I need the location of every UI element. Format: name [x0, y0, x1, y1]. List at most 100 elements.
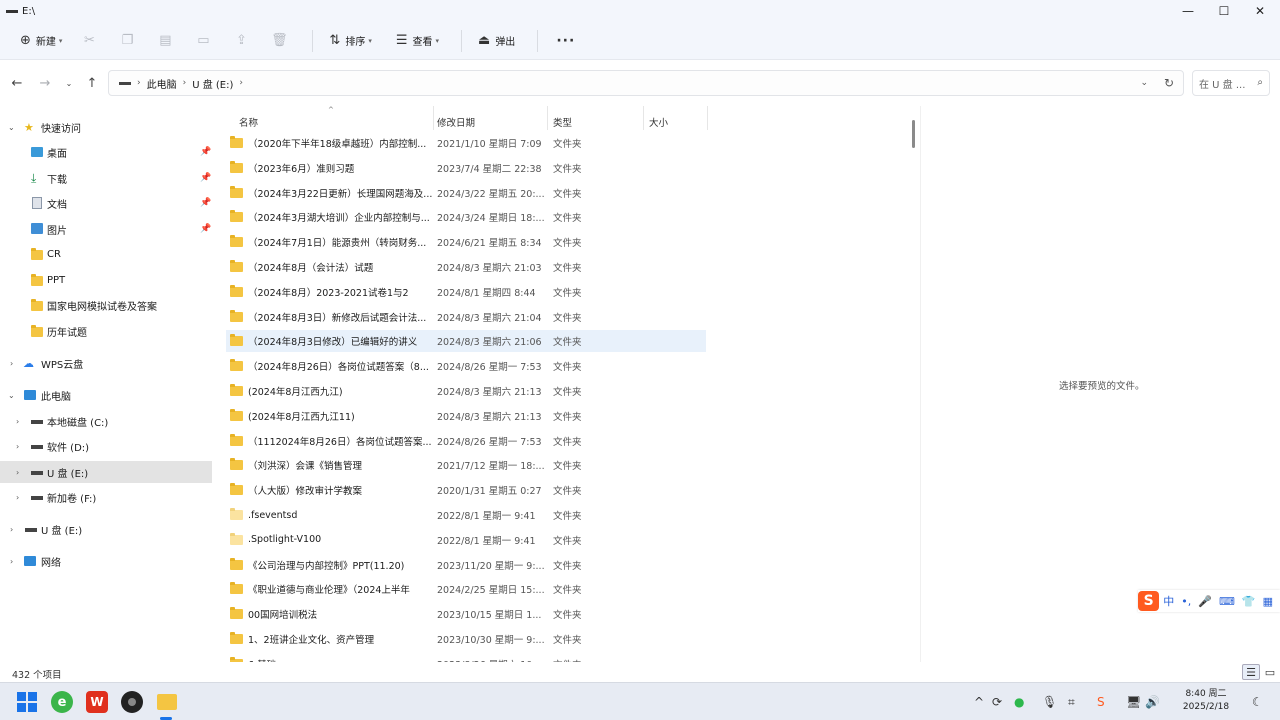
- search-input[interactable]: 在 U 盘 ... ⌕: [1192, 70, 1270, 96]
- window-title: E:\: [22, 5, 36, 17]
- microphone-icon[interactable]: 🎙: [1042, 695, 1057, 709]
- view-button[interactable]: ☰ 查看 ▾: [390, 27, 445, 55]
- wechat-icon[interactable]: ●: [1014, 695, 1024, 709]
- table-row[interactable]: （2020年下半年18级卓越班）内部控制... 2021/1/10 星期日 7:0…: [226, 132, 706, 154]
- column-divider[interactable]: [433, 106, 434, 130]
- table-row[interactable]: 6 基础2023/8/26 星期六 10:...文件夹: [226, 653, 706, 662]
- breadcrumb-usb-drive[interactable]: U 盘 (E:): [192, 76, 233, 91]
- recent-locations-button[interactable]: ⌄: [59, 74, 79, 92]
- sidebar-item-cr[interactable]: CR: [0, 243, 212, 265]
- sidebar-item-state-grid-papers[interactable]: 国家电网模拟试卷及答案: [0, 294, 212, 316]
- table-row[interactable]: （2024年8月3日）新修改后试题会计法... 2024/8/3 星期六 21:0…: [226, 306, 706, 328]
- table-row[interactable]: 《职业道德与商业伦理》（2024上半年 2024/2/25 星期日 15:... 文…: [226, 578, 706, 600]
- thumbnail-view-button[interactable]: ▭: [1261, 664, 1279, 680]
- sogou-tray-icon[interactable]: S: [1097, 695, 1105, 709]
- file-date: 2024/8/1 星期四 8:44: [437, 287, 536, 299]
- details-view-button[interactable]: ☰: [1242, 664, 1260, 680]
- forward-button[interactable]: →: [35, 74, 55, 92]
- edge-browser-icon[interactable]: e: [51, 691, 73, 713]
- table-row[interactable]: （2024年8月3日修改）已编辑好的讲义 2024/8/3 星期六 21:06 文件…: [226, 330, 706, 353]
- table-row[interactable]: （2023年6月）准则习题 2023/7/4 星期二 22:38 文件夹: [226, 157, 706, 179]
- column-divider[interactable]: [643, 106, 644, 130]
- vertical-scrollbar[interactable]: [906, 106, 920, 662]
- sidebar-item-network[interactable]: › 网络: [0, 550, 212, 572]
- table-row[interactable]: （2024年3月湖大培训）企业内部控制与... 2024/3/24 星期日 18:…: [226, 206, 706, 228]
- close-button[interactable]: ✕: [1242, 0, 1278, 22]
- scrollbar-thumb[interactable]: [912, 120, 915, 148]
- start-button[interactable]: [16, 691, 38, 713]
- ime-menu-icon[interactable]: ▦: [1263, 595, 1273, 608]
- breadcrumb-this-pc[interactable]: 此电脑: [147, 76, 177, 91]
- table-row[interactable]: 1、2班讲企业文化、资产管理 2023/10/30 星期一 9:... 文件夹: [226, 628, 706, 650]
- copy-button[interactable]: ❐: [112, 27, 142, 55]
- sidebar-item-desktop[interactable]: 桌面 📌: [0, 141, 212, 163]
- refresh-button[interactable]: ↻: [1164, 76, 1174, 90]
- ime-punctuation[interactable]: •,: [1181, 595, 1191, 608]
- table-row[interactable]: （刘洪深）会课《销售管理 2021/7/12 星期一 18:... 文件夹: [226, 454, 706, 476]
- ime-chinese-mode[interactable]: 中: [1163, 593, 1174, 609]
- folder-icon: [230, 433, 243, 446]
- sidebar-item-quick-access[interactable]: ⌄ ★ 快速访问: [0, 116, 212, 138]
- sidebar-item-this-pc[interactable]: ⌄ 此电脑: [0, 384, 212, 406]
- column-header-size[interactable]: 大小: [649, 112, 668, 132]
- table-row[interactable]: （2024年8月26日）各岗位试题答案（8... 2024/8/26 星期一 7:…: [226, 355, 706, 377]
- column-header-name[interactable]: 名称: [239, 112, 258, 132]
- column-header-date[interactable]: 修改日期: [437, 112, 475, 132]
- table-row[interactable]: （2024年8月（会计法）试题 2024/8/3 星期六 21:03 文件夹: [226, 256, 706, 278]
- table-row[interactable]: （2024年8月）2023-2021试卷1与2 2024/8/1 星期四 8:44…: [226, 281, 706, 303]
- new-button[interactable]: ⊕ 新建 ▾: [14, 27, 68, 55]
- up-button[interactable]: ↑: [82, 74, 102, 92]
- minimize-button[interactable]: —: [1170, 0, 1206, 22]
- maximize-button[interactable]: ☐: [1206, 0, 1242, 22]
- wps-office-icon[interactable]: W: [86, 691, 108, 713]
- table-row[interactable]: 《公司治理与内部控制》PPT(11.20) 2023/11/20 星期一 9:..…: [226, 554, 706, 576]
- notifications-icon[interactable]: ☾: [1252, 695, 1263, 709]
- table-row[interactable]: 00国网培训税法 2023/10/15 星期日 1... 文件夹: [226, 603, 706, 625]
- sync-icon[interactable]: ⟳: [992, 695, 1002, 709]
- ime-voice-icon[interactable]: 🎤: [1198, 595, 1212, 608]
- back-button[interactable]: ←: [7, 74, 27, 92]
- sidebar-item-usb-drive[interactable]: › U 盘 (E:): [0, 518, 212, 540]
- paste-button[interactable]: ▤: [150, 27, 180, 55]
- network-status-icon[interactable]: 🖥: [1126, 695, 1141, 709]
- sidebar-item-drive-c[interactable]: › 本地磁盘 (C:): [0, 410, 212, 432]
- more-options-button[interactable]: ···: [556, 33, 575, 49]
- ime-skin-icon[interactable]: 👕: [1242, 595, 1256, 608]
- sidebar-item-drive-e[interactable]: › U 盘 (E:): [0, 461, 212, 483]
- sort-button[interactable]: ⇅ 排序 ▾: [323, 27, 377, 55]
- volume-icon[interactable]: 🔊: [1145, 695, 1160, 709]
- file-explorer-icon[interactable]: [157, 694, 177, 710]
- table-row[interactable]: （2024年7月1日）能源贵州（转岗财务... 2024/6/21 星期五 8:3…: [226, 231, 706, 253]
- address-history-dropdown[interactable]: ⌄: [1140, 78, 1148, 88]
- column-header-type[interactable]: 类型: [553, 112, 572, 132]
- cut-button[interactable]: ✂: [74, 27, 104, 55]
- sidebar-item-pictures[interactable]: 图片 📌: [0, 218, 212, 240]
- sidebar-item-documents[interactable]: 文档 📌: [0, 192, 212, 214]
- sidebar-item-past-exams[interactable]: 历年试题: [0, 320, 212, 342]
- delete-button[interactable]: 🗑: [264, 27, 294, 55]
- table-row[interactable]: （1112024年8月26日）各岗位试题答案... 2024/8/26 星期一 7…: [226, 430, 706, 452]
- system-clock[interactable]: 8:40 周二 2025/2/18: [1182, 688, 1230, 714]
- table-row[interactable]: (2024年8月江西九江11) 2024/8/3 星期六 21:13 文件夹: [226, 405, 706, 427]
- column-divider[interactable]: [547, 106, 548, 130]
- table-row[interactable]: (2024年8月江西九江) 2024/8/3 星期六 21:13 文件夹: [226, 380, 706, 402]
- address-box[interactable]: › 此电脑 › U 盘 (E:) ›: [108, 70, 1184, 96]
- share-button[interactable]: ⇪: [226, 27, 256, 55]
- sidebar-item-ppt[interactable]: PPT: [0, 269, 212, 291]
- table-row[interactable]: .Spotlight-V100 2022/8/1 星期一 9:41 文件夹: [226, 529, 706, 551]
- table-row[interactable]: （2024年3月22日更新）长理国网题海及... 2024/3/22 星期五 20…: [226, 182, 706, 204]
- rename-button[interactable]: ▭: [188, 27, 218, 55]
- sidebar-item-drive-f[interactable]: › 新加卷 (F:): [0, 486, 212, 508]
- table-row[interactable]: .fseventsd 2022/8/1 星期一 9:41 文件夹: [226, 504, 706, 526]
- input-method-icon[interactable]: ⌗: [1068, 695, 1075, 710]
- eject-button[interactable]: ⏏ 弹出: [472, 27, 521, 55]
- sidebar-item-downloads[interactable]: ⤓ 下载 📌: [0, 167, 212, 189]
- ime-keyboard-icon[interactable]: ⌨: [1219, 595, 1235, 608]
- show-hidden-icons-button[interactable]: ^: [974, 695, 984, 709]
- column-divider[interactable]: [707, 106, 708, 130]
- recorder-app-icon[interactable]: [121, 691, 143, 713]
- table-row[interactable]: （人大版）修改审计学教案 2020/1/31 星期五 0:27 文件夹: [226, 479, 706, 501]
- ime-toolbar[interactable]: S 中 •, 🎤 ⌨ 👕 ▦: [1138, 590, 1280, 612]
- sidebar-item-wps-cloud[interactable]: › ☁ WPS云盘: [0, 352, 212, 374]
- sidebar-item-drive-d[interactable]: › 软件 (D:): [0, 435, 212, 457]
